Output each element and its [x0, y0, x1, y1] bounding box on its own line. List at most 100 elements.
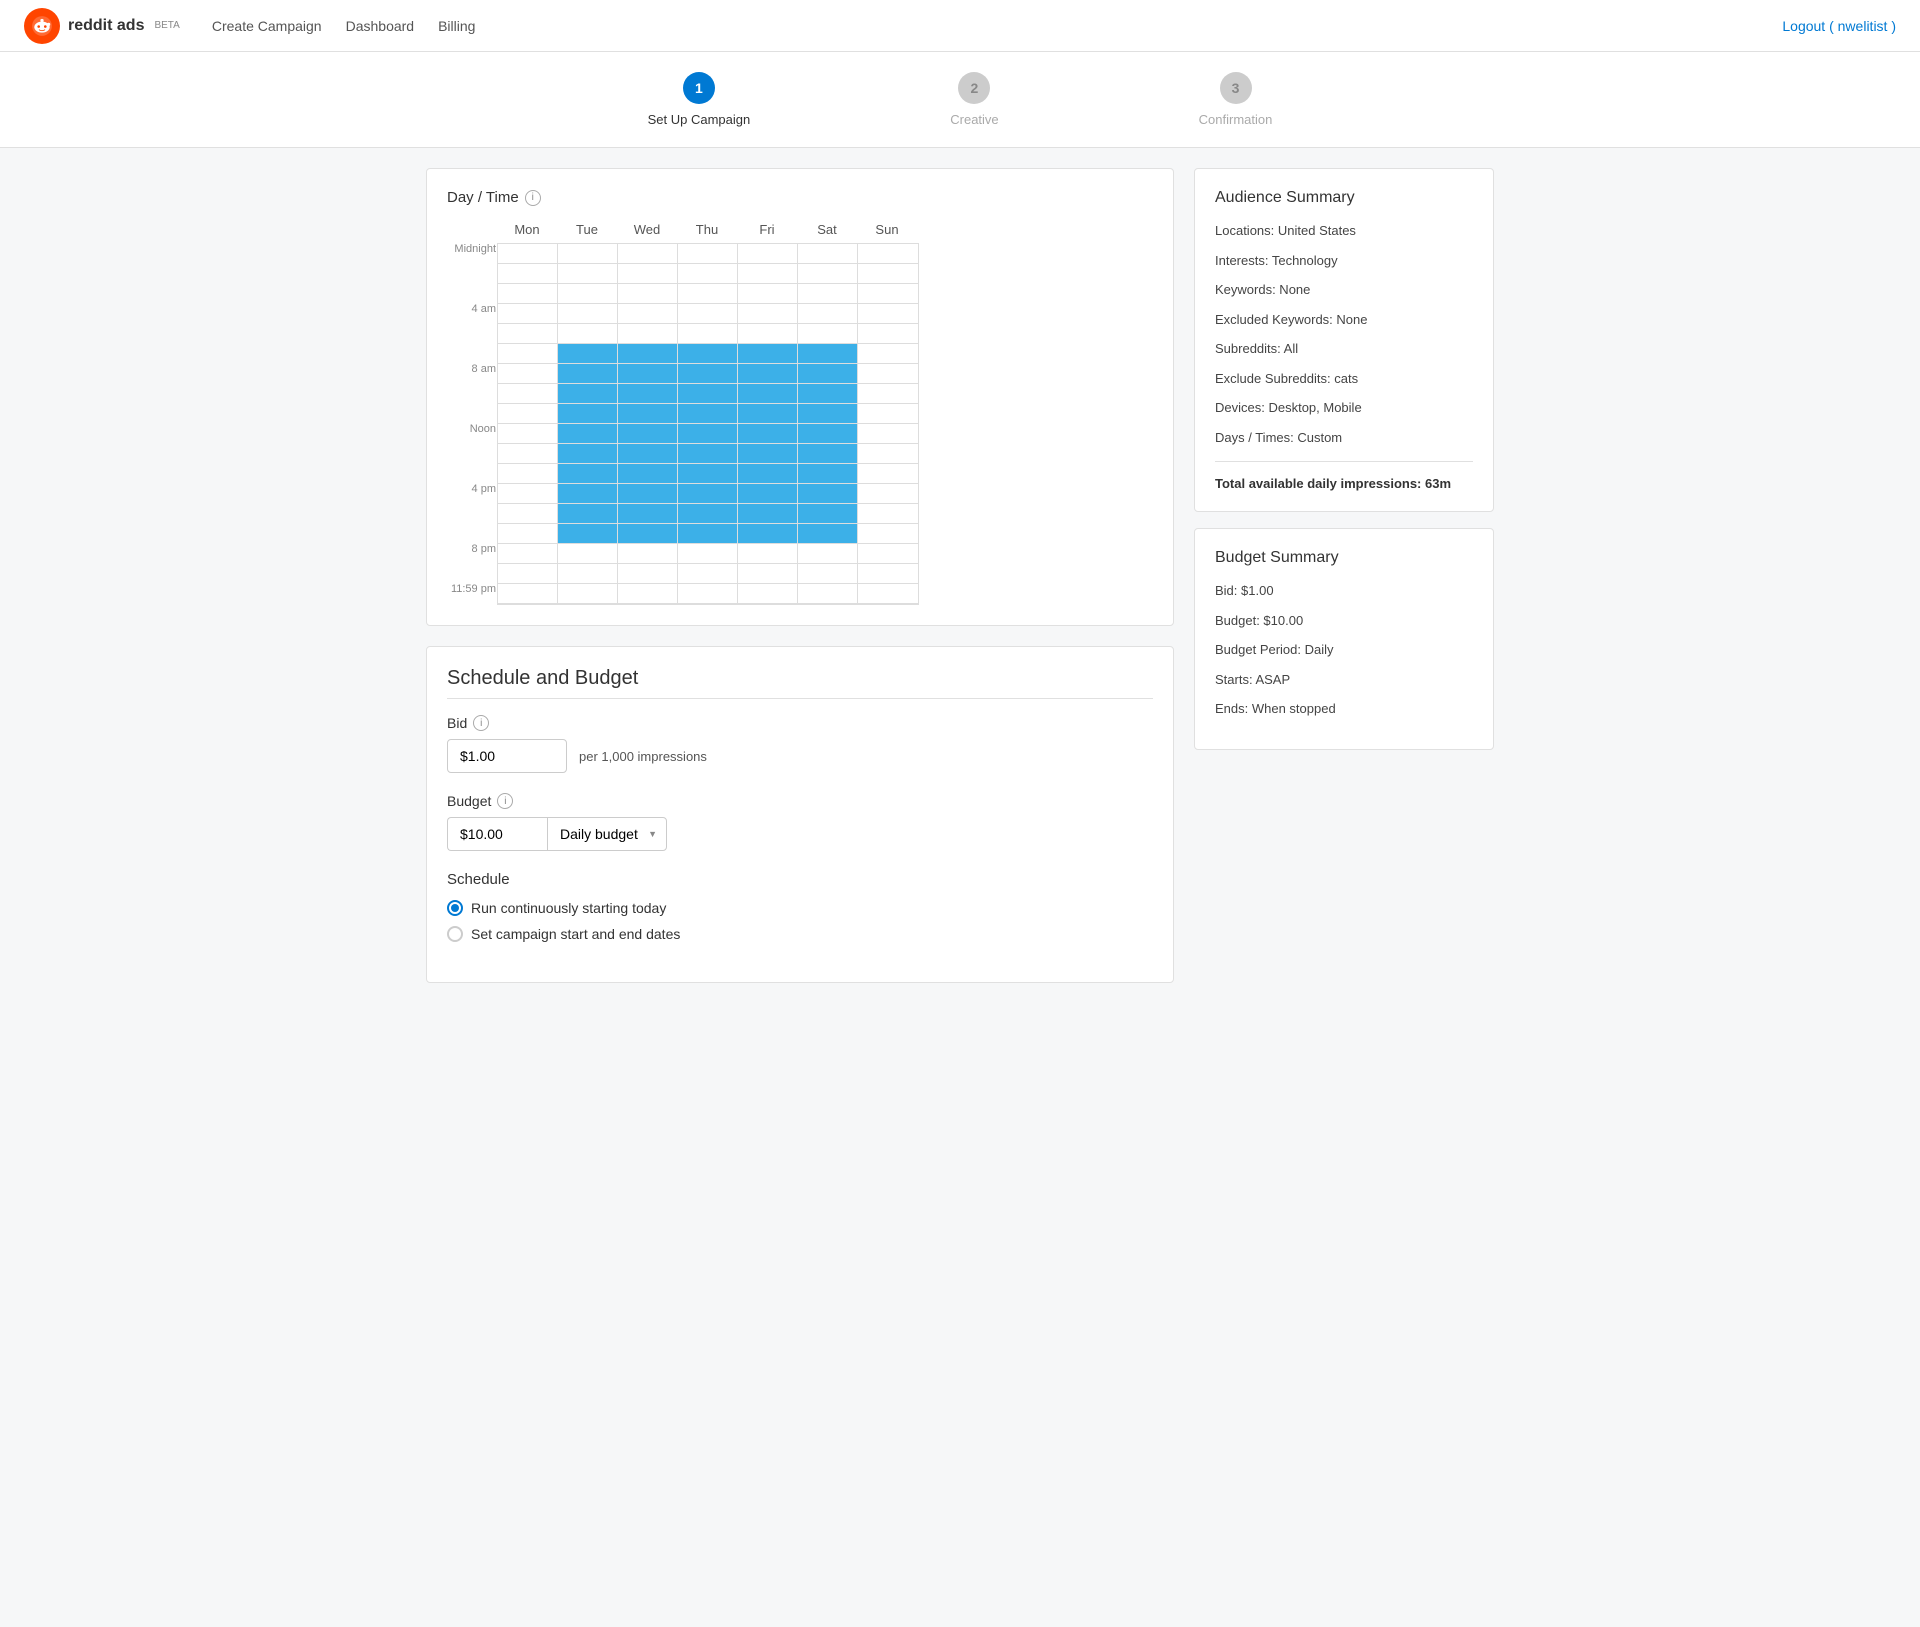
grid-cell[interactable] [678, 364, 738, 384]
grid-cell[interactable] [558, 384, 618, 404]
grid-cell[interactable] [558, 324, 618, 344]
grid-cell[interactable] [858, 344, 918, 364]
grid-cell[interactable] [558, 564, 618, 584]
grid-cell[interactable] [738, 244, 798, 264]
grid-cell[interactable] [738, 464, 798, 484]
grid-cell[interactable] [738, 444, 798, 464]
grid-cell[interactable] [678, 484, 738, 504]
grid-cell[interactable] [858, 264, 918, 284]
grid-cell[interactable] [618, 564, 678, 584]
grid-cell[interactable] [738, 304, 798, 324]
grid-cell[interactable] [738, 484, 798, 504]
grid-cell[interactable] [498, 424, 558, 444]
grid-cell[interactable] [498, 444, 558, 464]
grid-cell[interactable] [498, 524, 558, 544]
grid-cell[interactable] [498, 404, 558, 424]
grid-cell[interactable] [558, 444, 618, 464]
grid-cell[interactable] [798, 364, 858, 384]
grid-cell[interactable] [678, 444, 738, 464]
grid-cell[interactable] [678, 404, 738, 424]
grid-cell[interactable] [738, 564, 798, 584]
grid-cell[interactable] [618, 264, 678, 284]
grid-cell[interactable] [738, 524, 798, 544]
grid-cell[interactable] [498, 284, 558, 304]
nav-create-campaign[interactable]: Create Campaign [212, 18, 322, 34]
grid-cell[interactable] [798, 544, 858, 564]
grid-cell[interactable] [618, 424, 678, 444]
grid-cell[interactable] [498, 544, 558, 564]
grid-cell[interactable] [618, 444, 678, 464]
grid-cell[interactable] [678, 464, 738, 484]
grid-cell[interactable] [618, 464, 678, 484]
grid-cell[interactable] [558, 244, 618, 264]
grid-cell[interactable] [618, 384, 678, 404]
grid-cell[interactable] [798, 484, 858, 504]
nav-billing[interactable]: Billing [438, 18, 475, 34]
grid-cell[interactable] [678, 284, 738, 304]
grid-cell[interactable] [738, 264, 798, 284]
grid-cell[interactable] [798, 344, 858, 364]
grid-cell[interactable] [798, 524, 858, 544]
grid-cell[interactable] [558, 524, 618, 544]
grid-cell[interactable] [798, 404, 858, 424]
grid-cell[interactable] [618, 304, 678, 324]
grid-cell[interactable] [498, 264, 558, 284]
grid-cell[interactable] [558, 404, 618, 424]
grid-cell[interactable] [678, 344, 738, 364]
budget-amount-input[interactable] [447, 817, 547, 851]
grid-cell[interactable] [618, 244, 678, 264]
radio-run-continuously[interactable]: Run continuously starting today [447, 900, 1153, 916]
grid-cell[interactable] [738, 504, 798, 524]
grid-cell[interactable] [798, 244, 858, 264]
grid-cell[interactable] [858, 464, 918, 484]
grid-cell[interactable] [738, 544, 798, 564]
grid-cell[interactable] [798, 324, 858, 344]
grid-cell[interactable] [618, 324, 678, 344]
grid-cell[interactable] [858, 484, 918, 504]
grid-cell[interactable] [798, 584, 858, 604]
grid-cell[interactable] [498, 584, 558, 604]
grid-cell[interactable] [618, 524, 678, 544]
grid-cell[interactable] [558, 304, 618, 324]
radio-btn-1[interactable] [447, 900, 463, 916]
grid-cell[interactable] [558, 464, 618, 484]
grid-cell[interactable] [738, 384, 798, 404]
grid-cell[interactable] [858, 504, 918, 524]
grid-cell[interactable] [678, 264, 738, 284]
grid-cell[interactable] [498, 384, 558, 404]
grid-cell[interactable] [738, 584, 798, 604]
grid-cell[interactable] [798, 424, 858, 444]
grid-cell[interactable] [858, 324, 918, 344]
grid-cell[interactable] [498, 244, 558, 264]
grid-cell[interactable] [738, 424, 798, 444]
grid-cell[interactable] [558, 364, 618, 384]
grid-cell[interactable] [798, 464, 858, 484]
grid-cell[interactable] [798, 564, 858, 584]
nav-logout[interactable]: Logout ( nwelitist ) [1782, 18, 1896, 34]
grid-cell[interactable] [738, 404, 798, 424]
grid-cell[interactable] [558, 504, 618, 524]
grid-cell[interactable] [678, 544, 738, 564]
radio-btn-2[interactable] [447, 926, 463, 942]
grid-cell[interactable] [618, 544, 678, 564]
grid-cell[interactable] [558, 284, 618, 304]
grid-cell[interactable] [618, 284, 678, 304]
grid-cell[interactable] [858, 524, 918, 544]
radio-set-dates[interactable]: Set campaign start and end dates [447, 926, 1153, 942]
grid-cell[interactable] [678, 424, 738, 444]
grid-cell[interactable] [798, 264, 858, 284]
bid-input[interactable] [447, 739, 567, 773]
grid-cell[interactable] [498, 324, 558, 344]
grid-cell[interactable] [618, 584, 678, 604]
grid-cell[interactable] [858, 404, 918, 424]
budget-type-select[interactable]: Daily budget Total budget [547, 817, 667, 851]
grid-cell[interactable] [798, 284, 858, 304]
grid-cell[interactable] [798, 504, 858, 524]
grid-cell[interactable] [678, 324, 738, 344]
grid-cell[interactable] [498, 344, 558, 364]
grid-cell[interactable] [858, 564, 918, 584]
grid-cell[interactable] [618, 504, 678, 524]
grid-cell[interactable] [498, 464, 558, 484]
grid-cell[interactable] [678, 384, 738, 404]
grid-cell[interactable] [678, 504, 738, 524]
